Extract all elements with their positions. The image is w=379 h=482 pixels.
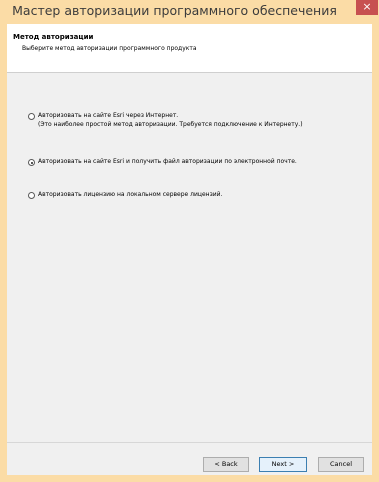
- wizard-body: Метод авторизации Выберите метод авториз…: [7, 24, 372, 475]
- option-internet-note[interactable]: (Это наиболее простой метод авторизации.…: [38, 121, 303, 129]
- back-button[interactable]: < Back: [203, 457, 249, 472]
- next-button[interactable]: Next >: [259, 457, 307, 472]
- cancel-button[interactable]: Cancel: [318, 457, 364, 472]
- close-button[interactable]: ×: [356, 0, 378, 15]
- radio-button-license-server[interactable]: [28, 192, 35, 199]
- title-bar[interactable]: Мастер авторизации программного обеспече…: [0, 0, 379, 24]
- option-internet-label[interactable]: Авторизовать на сайте Esri через Интерне…: [38, 112, 178, 120]
- footer-divider: [7, 442, 372, 443]
- page-subtitle: Выберите метод авторизации программного …: [22, 45, 197, 52]
- radio-button-email[interactable]: [28, 159, 35, 166]
- option-email-label[interactable]: Авторизовать на сайте Esri и получить фа…: [38, 158, 297, 166]
- radio-button-internet[interactable]: [28, 113, 35, 120]
- close-icon: ×: [362, 0, 372, 13]
- wizard-header: Метод авторизации Выберите метод авториз…: [7, 24, 372, 73]
- page-title: Метод авторизации: [13, 33, 94, 41]
- option-license-server-label[interactable]: Авторизовать лицензию на локальном серве…: [38, 191, 222, 199]
- authorization-wizard-window: Мастер авторизации программного обеспече…: [0, 0, 379, 482]
- window-title: Мастер авторизации программного обеспече…: [12, 3, 337, 18]
